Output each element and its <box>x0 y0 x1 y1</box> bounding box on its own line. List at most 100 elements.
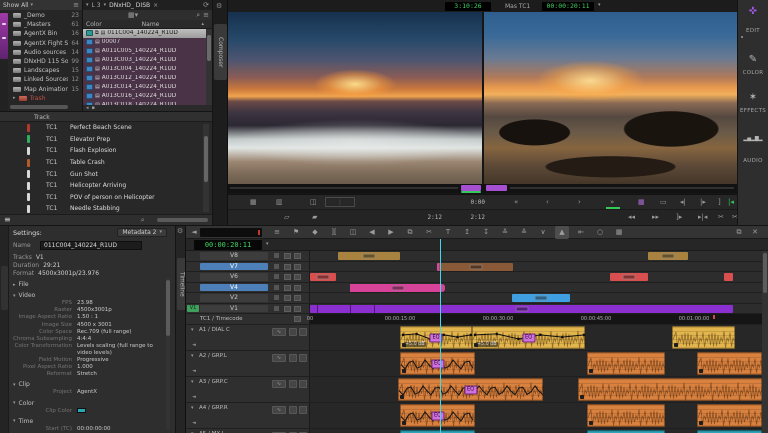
audio-clip[interactable]: EQ <box>398 378 543 401</box>
audio-track-button[interactable] <box>299 354 307 362</box>
composer-tab[interactable]: Composer <box>214 24 227 80</box>
expander-icon[interactable]: ▾ <box>13 418 16 424</box>
track-header-v7[interactable]: V7 <box>186 262 310 272</box>
audio-clip[interactable] <box>697 404 762 427</box>
metadata-preset-dropdown[interactable]: Metadata 2 ▾ <box>117 228 167 237</box>
clap-icon[interactable]: ▱ <box>284 210 289 225</box>
section-header-color[interactable]: ▾Color <box>13 399 163 408</box>
marker-row[interactable]: TC1POV of person on Helicopter <box>0 192 202 204</box>
flag-icon[interactable]: ⚑ <box>289 226 303 239</box>
audio-clip[interactable] <box>578 378 762 401</box>
track-name[interactable]: V8 <box>200 252 268 260</box>
track-name[interactable]: A2 / GRP.L <box>199 353 227 359</box>
track-lane[interactable] <box>310 251 762 261</box>
track-name[interactable]: TC1 / Timecode <box>200 316 242 322</box>
hamburger-icon[interactable]: ≡ <box>73 2 79 9</box>
chevron-down-icon[interactable]: ▾ <box>266 242 269 247</box>
monitor-button[interactable] <box>284 295 291 301</box>
bin-item[interactable]: Map Animations15 <box>9 85 82 94</box>
section-header-file[interactable]: ▸File <box>13 280 163 289</box>
gear-icon[interactable]: ⚙ <box>216 2 222 10</box>
patch-button[interactable] <box>274 285 279 290</box>
chevron-down-icon[interactable]: ▾ <box>31 3 34 8</box>
fwd-icon[interactable]: › <box>578 195 581 210</box>
section-header-video[interactable]: ▾Video <box>13 291 163 300</box>
track-lane[interactable]: 0000:00:15:0000:00:30:0000:00:45:0000:01… <box>310 314 762 324</box>
monitor-button[interactable] <box>294 306 301 312</box>
pen-icon[interactable]: ✎ <box>738 54 768 65</box>
marker-icon[interactable]: ◆ <box>308 226 322 239</box>
waveform-button[interactable]: ∿ <box>272 380 286 388</box>
waveform-button[interactable]: ∿ <box>272 406 286 414</box>
clip-row[interactable]: ▤A011C005_140224_R1UD <box>83 47 207 56</box>
hamburger-icon[interactable]: ≡ <box>203 12 209 19</box>
audio-clip[interactable]: EQ <box>400 352 475 375</box>
settings-side-tab[interactable] <box>1 266 8 310</box>
monitor-button[interactable] <box>284 253 291 259</box>
speaker-icon[interactable]: ◄ <box>192 394 196 400</box>
audio-clip[interactable] <box>672 326 735 349</box>
bin-item[interactable]: Linked Sources12 <box>9 75 82 84</box>
audio-track-button[interactable] <box>299 328 307 336</box>
text-icon[interactable]: T <box>441 226 455 239</box>
bin-item[interactable]: Landscapes15 <box>9 66 82 75</box>
chevron-down-icon[interactable]: ▾ <box>598 3 601 8</box>
patch-button[interactable] <box>274 264 279 269</box>
bin-item-trash[interactable]: ▸Trash <box>9 94 82 103</box>
track-lane[interactable] <box>310 304 762 314</box>
monitor-position-bars[interactable] <box>228 184 737 193</box>
jumpfwd-icon[interactable]: ▸▸ <box>652 210 659 225</box>
clip-color-swatch[interactable] <box>86 93 93 99</box>
bin-item[interactable]: AgentX Bin16 <box>9 29 82 38</box>
sort-icon[interactable]: ▴ <box>201 22 204 27</box>
stepback1-icon[interactable]: ◂| <box>680 195 686 210</box>
monitor-button[interactable] <box>294 264 301 270</box>
jumpback-icon[interactable]: ◂◂ <box>628 210 635 225</box>
menu-icon[interactable]: ≡ <box>270 226 284 239</box>
bin-item[interactable]: _Masters61 <box>9 20 82 29</box>
track-lane[interactable]: EQ <box>310 377 762 402</box>
name-field[interactable]: 011C004_140224_R1UD <box>40 241 142 250</box>
waveform-icon[interactable]: ▂▅▂▇▂ <box>738 136 768 142</box>
track-header-a3[interactable]: ▾ A3 / GRP.C ◄ ∿ <box>186 377 310 402</box>
patch-button[interactable] <box>274 253 279 258</box>
timeline-tab[interactable]: Timeline <box>177 258 186 310</box>
track-header-v4[interactable]: V4 <box>186 283 310 293</box>
clip-row[interactable]: ▤A013C003_140224_R1UD <box>83 56 207 65</box>
record-deck-label[interactable]: Mas TC1 <box>505 3 530 10</box>
marker-row[interactable]: TC1Elevator Prep <box>0 134 202 146</box>
section-header-time[interactable]: ▾Time <box>13 417 163 426</box>
audio-clip[interactable]: EQ <box>400 404 475 427</box>
video-clip[interactable] <box>338 252 400 260</box>
settings-vscrollbar[interactable] <box>166 278 170 429</box>
scissors-icon[interactable]: ✂ <box>718 210 724 225</box>
dual-icon[interactable]: ◫ <box>346 226 360 239</box>
track-name[interactable]: V6 <box>200 273 268 281</box>
marker-row[interactable]: TC1Flash Explosion <box>0 145 202 157</box>
bin-item[interactable]: DNxHD 115 Sources99 <box>9 57 82 66</box>
speaker-icon[interactable]: ◄ <box>187 226 201 239</box>
track-lane[interactable]: EQ <box>310 403 762 428</box>
speaker-icon[interactable]: ◄ <box>192 342 196 348</box>
bin-item[interactable]: _Demo23 <box>9 11 82 20</box>
clip-color-swatch[interactable] <box>86 57 93 63</box>
waveform-button[interactable]: ∿ <box>272 354 286 362</box>
mode-label-audio[interactable]: AUDIO <box>738 158 768 164</box>
column-name[interactable]: Name <box>142 21 160 28</box>
bins-hscrollbar[interactable] <box>10 105 68 109</box>
track-header-a1[interactable]: ▾A1 / DIAL C◄∿ <box>186 325 310 350</box>
hamburger-icon[interactable]: ≡ <box>4 216 11 224</box>
video-clip[interactable] <box>648 252 688 260</box>
clip-row[interactable]: ▤00007 <box>83 38 207 47</box>
tab-chevron-icon[interactable]: ▾ <box>86 3 89 8</box>
track-lane[interactable] <box>310 272 762 282</box>
expander-icon[interactable]: ▾ <box>191 379 194 385</box>
monitor-button[interactable] <box>284 274 291 280</box>
source-track-button[interactable]: V1 <box>187 305 199 313</box>
markers-vscrollbar[interactable] <box>203 124 209 212</box>
track-name[interactable]: A3 / GRP.C <box>199 379 228 385</box>
clip-color-swatch[interactable] <box>86 84 93 90</box>
clip-row[interactable]: ▤A013C012_140224_R1UD <box>83 73 207 82</box>
rew-icon[interactable]: « <box>514 195 518 210</box>
column-color[interactable]: Color <box>86 21 102 28</box>
